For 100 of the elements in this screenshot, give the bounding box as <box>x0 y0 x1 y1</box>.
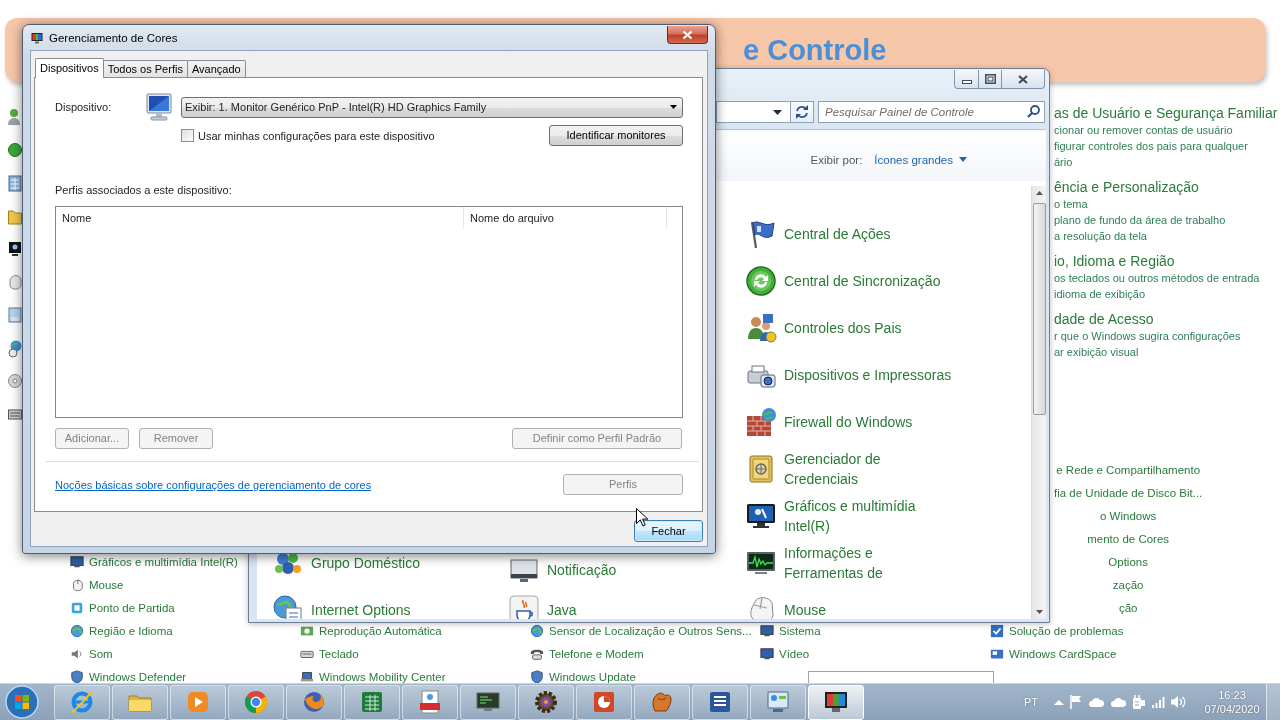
category-link[interactable]: dade de Acesso <box>1054 310 1154 328</box>
task-link[interactable]: os teclados ou outros métodos de entrada <box>1054 270 1260 286</box>
panel-item-link[interactable]: Vídeo <box>760 646 810 661</box>
task-link[interactable]: ar exibição visual <box>1054 344 1139 360</box>
panel-item-link[interactable]: o Windows <box>1100 504 1157 527</box>
taskbar-button[interactable] <box>518 684 574 720</box>
mouse-icon[interactable] <box>8 272 22 292</box>
scrollbar-thumb[interactable] <box>1032 203 1046 415</box>
panel-item-link[interactable]: Reprodução Automática <box>300 623 442 638</box>
speaker-icon[interactable] <box>1171 695 1186 709</box>
task-link[interactable]: ário <box>1054 154 1073 170</box>
plug-icon[interactable] <box>1132 694 1146 710</box>
panel-item-link[interactable]: Gráficos e multimídia Intel(R) <box>70 554 238 569</box>
task-link[interactable]: r que o Windows sugira configurações <box>1054 328 1241 344</box>
checkbox[interactable] <box>181 129 194 142</box>
panel-item-link[interactable]: Telefone e Modem <box>530 646 644 661</box>
calculator-icon[interactable] <box>8 173 22 193</box>
device-icon[interactable] <box>8 305 22 325</box>
control-panel-item[interactable]: Mouse <box>745 593 827 619</box>
panel-item-link[interactable]: Região e Idioma <box>70 623 173 638</box>
panel-item-link[interactable]: mento de Cores <box>1087 527 1170 550</box>
view-by-dropdown[interactable]: Ícones grandes <box>874 152 967 167</box>
search-icon[interactable] <box>1027 105 1040 118</box>
task-link[interactable]: idioma de exibição <box>1054 286 1146 302</box>
close-dialog-button[interactable]: Fechar <box>634 520 703 542</box>
tab[interactable]: Avançado <box>186 60 246 77</box>
panel-item-link[interactable]: fia de Unidade de Disco Bit... <box>1054 481 1203 504</box>
caret-down-icon <box>670 105 677 109</box>
taskbar-button[interactable] <box>692 684 748 720</box>
taskbar-button[interactable] <box>460 684 516 720</box>
panel-item-link[interactable]: Solução de problemas <box>990 623 1124 638</box>
task-link[interactable]: plano de fundo da área de trabalho <box>1054 212 1226 228</box>
task-link[interactable]: o tema <box>1054 196 1088 212</box>
panel-item-link[interactable]: Som <box>70 646 113 661</box>
panel-item-link[interactable]: e Rede e Compartilhamento <box>1056 458 1201 481</box>
profiles-list[interactable]: Nome Nome do arquivo <box>55 206 683 418</box>
device-select[interactable]: Exibir: 1. Monitor Genérico PnP - Intel(R) HD Graphics Family <box>181 96 683 118</box>
refresh-button[interactable] <box>790 101 814 123</box>
cloud-icon[interactable] <box>1110 697 1126 707</box>
cloud-icon[interactable] <box>1088 697 1104 707</box>
maximize-icon <box>984 74 996 84</box>
panel-item-link[interactable]: ção <box>1118 596 1138 619</box>
control-panel-item[interactable]: Java <box>508 593 577 619</box>
panel-item-link[interactable]: Windows Update <box>530 669 636 683</box>
ball-icon[interactable] <box>8 140 22 160</box>
panel-item-link[interactable]: Sensor de Localização e Outros Sens... <box>530 623 752 638</box>
control-panel-item[interactable]: Internet Options <box>272 593 411 619</box>
panel-item-link[interactable]: Ponto de Partida <box>70 600 175 615</box>
address-field[interactable] <box>716 101 790 123</box>
panel-item-link[interactable]: Windows Mobility Center <box>300 669 446 683</box>
show-hidden-icons-icon[interactable] <box>1054 699 1064 705</box>
close-button[interactable] <box>1001 70 1045 89</box>
control-panel-item[interactable]: Controles dos Pais <box>745 311 902 344</box>
control-panel-item[interactable]: Informações e Ferramentas de <box>745 542 954 583</box>
panel-monitor-icon <box>765 689 791 715</box>
caret-down-icon <box>959 157 967 162</box>
maximize-button[interactable] <box>978 70 1002 89</box>
monitor-icon <box>145 92 173 122</box>
control-panel-item[interactable]: Gráficos e multimídia Intel(R) <box>745 495 954 536</box>
category-link[interactable]: as de Usuário e Segurança Familiar <box>1054 104 1278 122</box>
task-link[interactable]: cionar ou remover contas de usuário <box>1054 122 1233 138</box>
control-panel-item[interactable]: Central de Ações <box>745 217 891 250</box>
control-panel-item[interactable]: Dispositivos e Impressoras <box>745 358 952 391</box>
checkbox-label[interactable]: Usar minhas configurações para este dispositivo <box>198 128 435 143</box>
category-link[interactable]: io, Idioma e Região <box>1054 252 1175 270</box>
flag-icon[interactable] <box>1070 695 1082 709</box>
task-link[interactable]: figurar controles dos pais para qualquer <box>1054 138 1248 154</box>
panel-item-link[interactable]: Windows CardSpace <box>990 646 1117 661</box>
shield-icon <box>70 669 84 683</box>
panel-item-link[interactable]: Options <box>1108 550 1148 573</box>
identify-monitors-button[interactable]: Identificar monitores <box>549 125 683 146</box>
disc-icon[interactable] <box>8 371 22 391</box>
panel-item-link[interactable]: zação <box>1112 573 1144 596</box>
globe-clock-icon[interactable] <box>8 338 22 358</box>
control-panel-item[interactable]: Grupo Doméstico <box>272 546 420 579</box>
control-panel-item[interactable]: Central de Sincronização <box>745 264 941 297</box>
control-panel-item[interactable]: Notificação <box>508 554 617 586</box>
panel-item-link[interactable]: Mouse <box>70 577 124 592</box>
control-panel-item[interactable]: Firewall do Windows <box>745 405 913 438</box>
text-tile-icon <box>707 689 733 715</box>
scrollbar[interactable] <box>1031 186 1046 619</box>
monitor-icon[interactable] <box>8 239 22 259</box>
search-field[interactable]: Pesquisar Painel de Controle <box>818 101 1045 123</box>
tab[interactable]: Todos os Perfis <box>102 60 188 77</box>
column-header[interactable]: Nome <box>56 207 464 229</box>
start-button[interactable] <box>5 685 39 719</box>
panel-item-link[interactable]: Windows Defender <box>70 669 187 683</box>
minimize-button[interactable] <box>954 70 979 89</box>
help-link[interactable]: Noções básicas sobre configurações de gerenciamento de cores <box>55 477 372 492</box>
person-icon[interactable] <box>8 107 22 127</box>
task-link[interactable]: a resolução da tela <box>1054 228 1147 244</box>
column-header[interactable]: Nome do arquivo <box>464 207 667 229</box>
tab[interactable]: Dispositivos <box>35 58 104 78</box>
category-link[interactable]: ência e Personalização <box>1054 178 1199 196</box>
panel-item-link[interactable]: Sistema <box>760 623 821 638</box>
signal-bars-icon[interactable] <box>1152 696 1165 708</box>
close-button[interactable] <box>667 26 708 44</box>
panel-item-link[interactable]: Teclado <box>300 646 359 661</box>
control-panel-item[interactable]: Gerenciador de Credenciais <box>745 448 954 489</box>
taskbar-button[interactable] <box>808 684 864 720</box>
